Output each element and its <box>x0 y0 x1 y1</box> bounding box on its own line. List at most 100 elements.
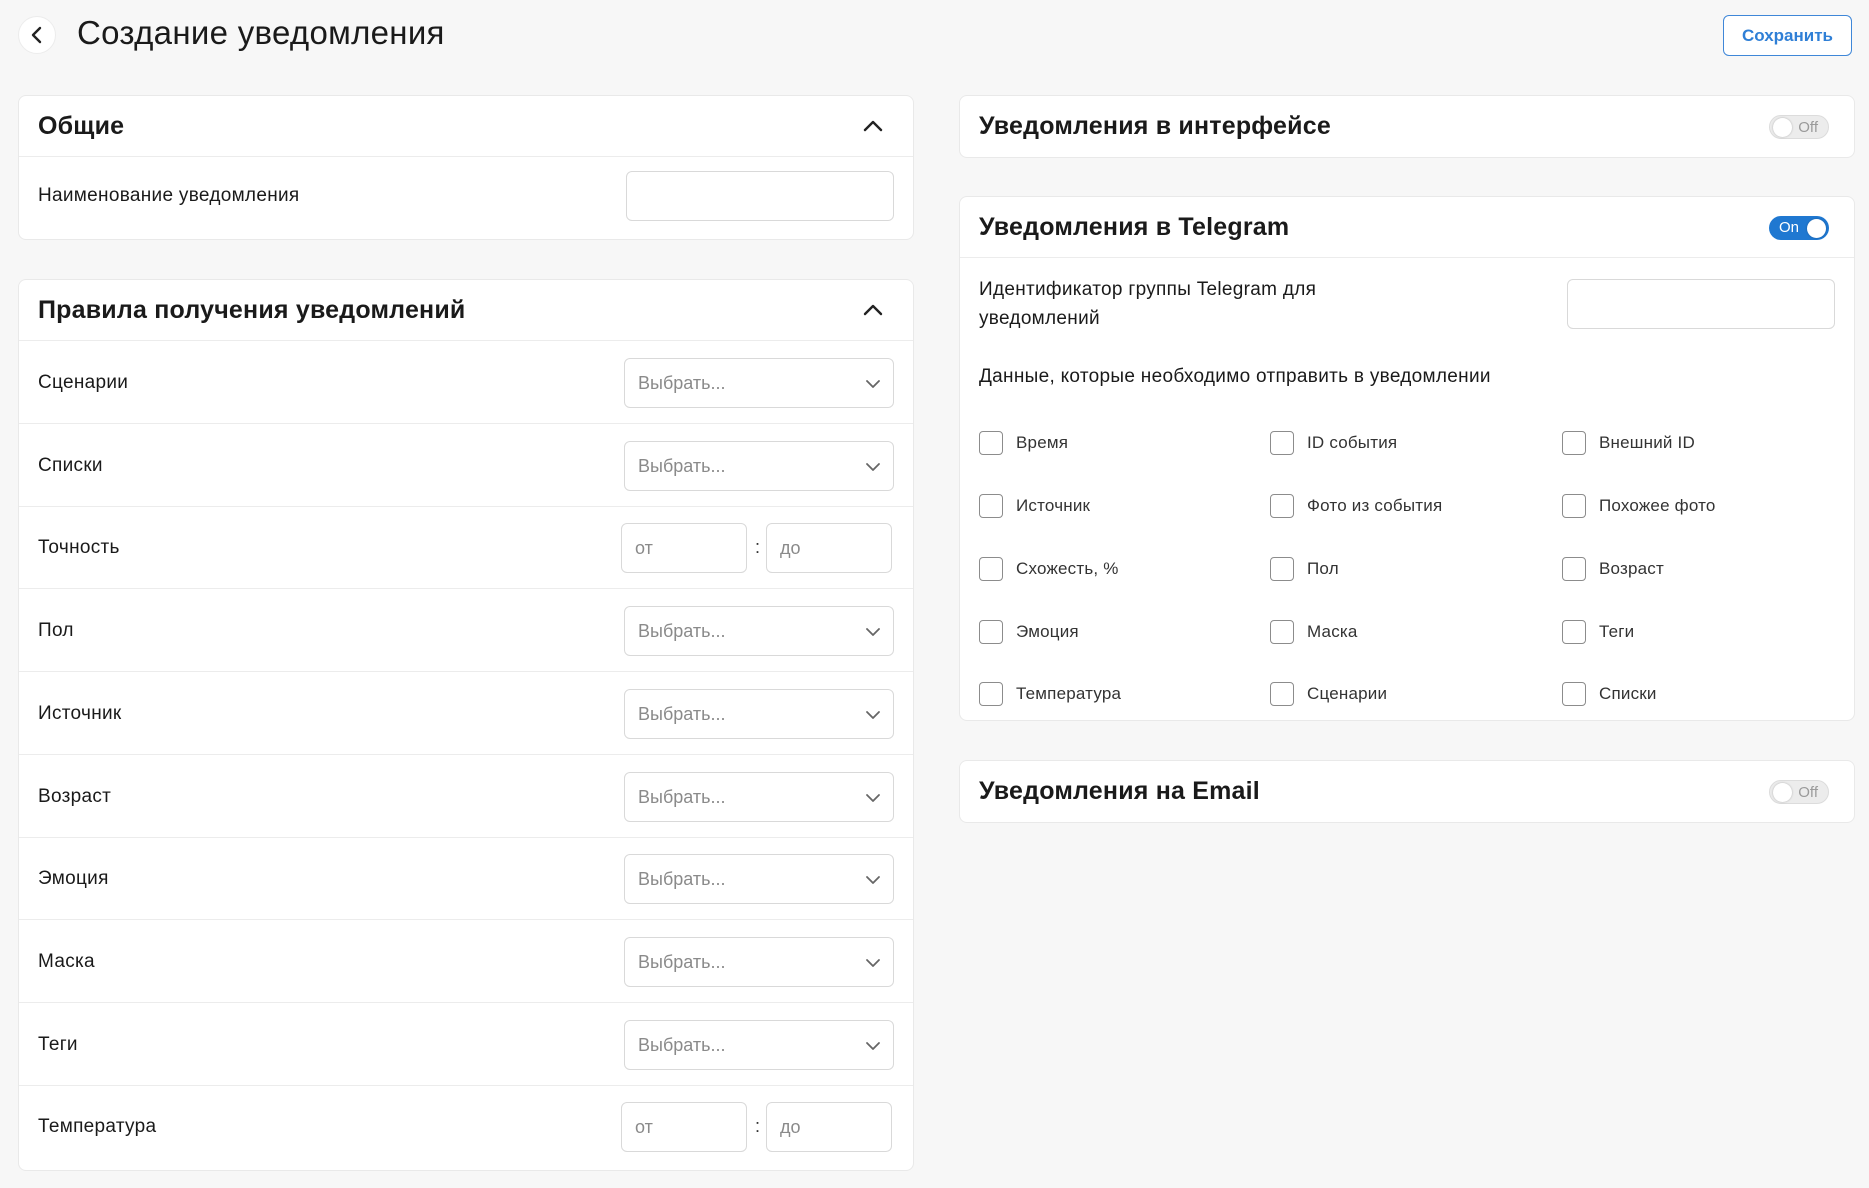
interface-notifications-title: Уведомления в интерфейсе <box>979 112 1331 140</box>
chevron-up-icon[interactable] <box>863 118 883 132</box>
notification-name-input[interactable] <box>626 171 894 221</box>
telegram-notifications-header: Уведомления в Telegram On <box>960 197 1854 258</box>
telegram-field-checkbox[interactable]: Фото из события <box>1270 494 1442 518</box>
checkbox-label: Теги <box>1599 622 1635 641</box>
checkbox-box[interactable] <box>1562 682 1586 706</box>
rule-label: Сценарии <box>38 372 129 393</box>
rule-row: Списки Выбрать... <box>19 424 913 507</box>
checkbox-label: Сценарии <box>1307 684 1388 703</box>
telegram-field-checkbox[interactable]: Возраст <box>1562 557 1664 581</box>
rule-label: Теги <box>38 1034 78 1055</box>
checkbox-label: Температура <box>1016 684 1122 703</box>
chevron-down-icon <box>866 711 880 719</box>
telegram-field-checkbox[interactable]: Сценарии <box>1270 682 1387 706</box>
email-notifications-card: Уведомления на Email Off <box>959 760 1855 823</box>
checkbox-box[interactable] <box>1562 494 1586 518</box>
rule-row: Возраст Выбрать... <box>19 755 913 838</box>
telegram-field-checkbox[interactable]: Списки <box>1562 682 1657 706</box>
rule-label: Точность <box>38 537 120 558</box>
range-from-input[interactable] <box>621 1102 747 1152</box>
telegram-notifications-toggle[interactable]: On <box>1769 216 1829 240</box>
telegram-field-checkbox[interactable]: ID события <box>1270 431 1397 455</box>
range-to-input[interactable] <box>766 523 892 573</box>
telegram-field-checkbox[interactable]: Время <box>979 431 1068 455</box>
email-notifications-header: Уведомления на Email Off <box>960 761 1854 822</box>
save-button[interactable]: Сохранить <box>1723 15 1852 56</box>
checkbox-box[interactable] <box>1270 682 1294 706</box>
checkbox-label: Фото из события <box>1307 496 1443 515</box>
rule-label: Пол <box>38 620 74 641</box>
rules-card-title: Правила получения уведомлений <box>38 296 466 324</box>
interface-notifications-card: Уведомления в интерфейсе Off <box>959 95 1855 158</box>
rules-rows: Сценарии Выбрать... Списки Выбрать... Точнос… <box>19 341 913 1167</box>
rule-select[interactable]: Выбрать... <box>624 1020 894 1070</box>
rule-label: Эмоция <box>38 868 109 889</box>
checkbox-box[interactable] <box>979 494 1003 518</box>
checkbox-box[interactable] <box>979 557 1003 581</box>
range-separator: : <box>755 537 761 557</box>
rule-select[interactable]: Выбрать... <box>624 441 894 491</box>
chevron-up-icon[interactable] <box>863 302 883 316</box>
checkbox-box[interactable] <box>979 620 1003 644</box>
telegram-field-checkbox[interactable]: Похожее фото <box>1562 494 1716 518</box>
rule-row: Пол Выбрать... <box>19 589 913 672</box>
rule-select[interactable]: Выбрать... <box>624 854 894 904</box>
rule-select[interactable]: Выбрать... <box>624 358 894 408</box>
checkbox-label: Похожее фото <box>1599 496 1716 515</box>
range-to-input[interactable] <box>766 1102 892 1152</box>
rule-label: Источник <box>38 703 122 724</box>
chevron-left-icon <box>31 26 42 44</box>
telegram-field-checkbox[interactable]: Пол <box>1270 557 1339 581</box>
rule-select[interactable]: Выбрать... <box>624 606 894 656</box>
checkbox-box[interactable] <box>1562 431 1586 455</box>
email-notifications-title: Уведомления на Email <box>979 777 1260 805</box>
interface-notifications-header: Уведомления в интерфейсе Off <box>960 96 1854 157</box>
telegram-field-checkbox[interactable]: Источник <box>979 494 1090 518</box>
telegram-field-checkbox[interactable]: Маска <box>1270 620 1358 644</box>
interface-notifications-toggle[interactable]: Off <box>1769 115 1829 139</box>
checkbox-box[interactable] <box>979 682 1003 706</box>
rule-select[interactable]: Выбрать... <box>624 689 894 739</box>
checkbox-label: Маска <box>1307 622 1358 641</box>
telegram-group-id-input[interactable] <box>1567 279 1835 329</box>
rule-row: Эмоция Выбрать... <box>19 838 913 920</box>
toggle-knob <box>1773 118 1792 137</box>
checkbox-box[interactable] <box>1562 557 1586 581</box>
checkbox-box[interactable] <box>1270 431 1294 455</box>
back-button[interactable] <box>18 16 56 54</box>
checkbox-box[interactable] <box>979 431 1003 455</box>
rule-select[interactable]: Выбрать... <box>624 772 894 822</box>
checkbox-box[interactable] <box>1270 557 1294 581</box>
notification-create-page: Создание уведомления Сохранить Общие Наи… <box>0 0 1869 1188</box>
general-card-title: Общие <box>38 112 125 140</box>
telegram-field-checkbox[interactable]: Температура <box>979 682 1121 706</box>
email-notifications-toggle[interactable]: Off <box>1769 780 1829 804</box>
toggle-state-label: Off <box>1798 784 1818 801</box>
checkbox-box[interactable] <box>1270 620 1294 644</box>
telegram-group-id-label-line1: Идентификатор группы Telegram для <box>979 279 1317 300</box>
page-title: Создание уведомления <box>77 14 445 51</box>
rules-card-header[interactable]: Правила получения уведомлений <box>19 280 913 341</box>
telegram-field-checkbox[interactable]: Эмоция <box>979 620 1079 644</box>
checkbox-label: Схожесть, % <box>1016 559 1119 578</box>
checkbox-box[interactable] <box>1562 620 1586 644</box>
telegram-field-checkbox[interactable]: Схожесть, % <box>979 557 1119 581</box>
telegram-data-heading: Данные, которые необходимо отправить в у… <box>979 366 1491 387</box>
checkbox-box[interactable] <box>1270 494 1294 518</box>
page-header: Создание уведомления Сохранить <box>0 0 1869 78</box>
telegram-field-checkbox[interactable]: Внешний ID <box>1562 431 1695 455</box>
checkbox-label: Возраст <box>1599 559 1664 578</box>
rule-select[interactable]: Выбрать... <box>624 937 894 987</box>
checkbox-label: Внешний ID <box>1599 433 1695 452</box>
rule-row: Маска Выбрать... <box>19 920 913 1003</box>
telegram-field-checkbox[interactable]: Теги <box>1562 620 1634 644</box>
checkbox-label: ID события <box>1307 433 1398 452</box>
rule-row: Источник Выбрать... <box>19 672 913 755</box>
rule-row: Температура: <box>19 1086 913 1167</box>
select-placeholder: Выбрать... <box>638 869 726 889</box>
toggle-state-label: Off <box>1798 119 1818 136</box>
rule-row: Теги Выбрать... <box>19 1003 913 1086</box>
rule-label: Температура <box>38 1116 157 1137</box>
range-from-input[interactable] <box>621 523 747 573</box>
general-card-header[interactable]: Общие <box>19 96 913 157</box>
